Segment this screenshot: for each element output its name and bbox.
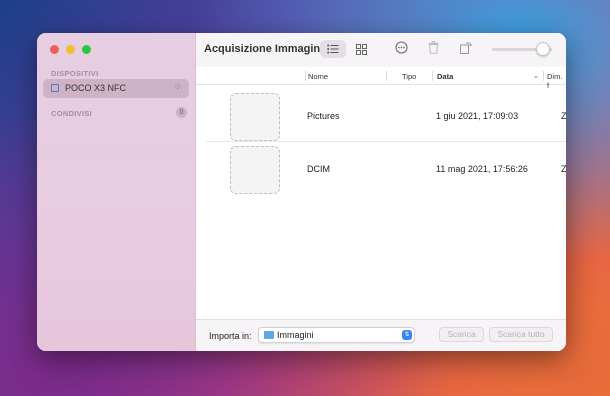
column-separator xyxy=(543,71,544,81)
file-date: 1 giu 2021, 17:09:03 xyxy=(436,111,519,121)
column-separator xyxy=(305,71,306,81)
file-row[interactable]: Pictures 1 giu 2021, 17:09:03 Z xyxy=(206,89,566,142)
import-to-label: Importa in: xyxy=(209,331,252,341)
rotate-button[interactable] xyxy=(460,41,472,57)
window-controls xyxy=(50,45,91,54)
devices-section-header: DISPOSITIVI xyxy=(51,69,99,78)
column-header: Nome Tipo Data ⌄ Dim. f xyxy=(196,67,566,90)
main-content: Acquisizione Immagine Nome Tipo Data ⌄ D… xyxy=(196,33,566,351)
download-all-button[interactable]: Scarica tutto xyxy=(489,327,553,342)
grid-view-icon xyxy=(355,43,367,55)
column-size[interactable]: Dim. f xyxy=(547,72,566,90)
folder-thumbnail xyxy=(230,93,280,141)
close-button[interactable] xyxy=(50,45,59,54)
toolbar: Acquisizione Immagine xyxy=(196,33,566,67)
column-separator xyxy=(386,71,387,81)
download-button[interactable]: Scarica xyxy=(439,327,484,342)
zoom-button[interactable] xyxy=(82,45,91,54)
window-title: Acquisizione Immagine xyxy=(204,43,327,55)
bottom-bar: Importa in: Immagini ⇅ Scarica Scarica t… xyxy=(196,319,566,351)
list-view-button[interactable] xyxy=(320,40,346,58)
list-view-icon xyxy=(327,44,339,54)
image-capture-window: DISPOSITIVI POCO X3 NFC ⁘ CONDIVISI 0 Ac… xyxy=(37,33,566,351)
sort-chevron-down-icon: ⌄ xyxy=(533,73,539,80)
import-destination-value: Immagini xyxy=(277,330,314,340)
shared-count-badge: 0 xyxy=(176,107,187,118)
file-row[interactable]: DCIM 11 mag 2021, 17:56:26 Z xyxy=(206,142,566,195)
more-options-button[interactable] xyxy=(395,41,408,57)
sidebar-item-device[interactable]: POCO X3 NFC ⁘ xyxy=(43,79,189,98)
grid-view-button[interactable] xyxy=(348,40,374,58)
column-type[interactable]: Tipo xyxy=(402,72,416,81)
column-date[interactable]: Data xyxy=(437,72,453,81)
sidebar: DISPOSITIVI POCO X3 NFC ⁘ CONDIVISI 0 xyxy=(37,33,196,351)
file-size: Z xyxy=(561,111,566,121)
chevron-updown-icon: ⇅ xyxy=(402,330,412,340)
phone-icon xyxy=(51,84,59,92)
import-destination-select[interactable]: Immagini ⇅ xyxy=(258,327,415,343)
minimize-button[interactable] xyxy=(66,45,75,54)
trash-icon xyxy=(428,41,439,54)
ellipsis-circle-icon xyxy=(395,41,408,54)
folder-icon xyxy=(264,331,274,339)
shared-section-header: CONDIVISI xyxy=(51,109,93,118)
column-name[interactable]: Nome xyxy=(308,72,328,81)
rotate-icon xyxy=(460,42,472,54)
column-separator xyxy=(432,71,433,81)
delete-button[interactable] xyxy=(428,41,439,57)
loading-spinner-icon: ⁘ xyxy=(173,82,182,93)
file-size: Z xyxy=(561,164,566,174)
folder-thumbnail xyxy=(230,146,280,194)
file-name: DCIM xyxy=(307,164,330,174)
file-date: 11 mag 2021, 17:56:26 xyxy=(436,164,528,174)
file-name: Pictures xyxy=(307,111,340,121)
thumbnail-size-slider-knob[interactable] xyxy=(536,42,550,56)
device-name: POCO X3 NFC xyxy=(65,83,127,93)
